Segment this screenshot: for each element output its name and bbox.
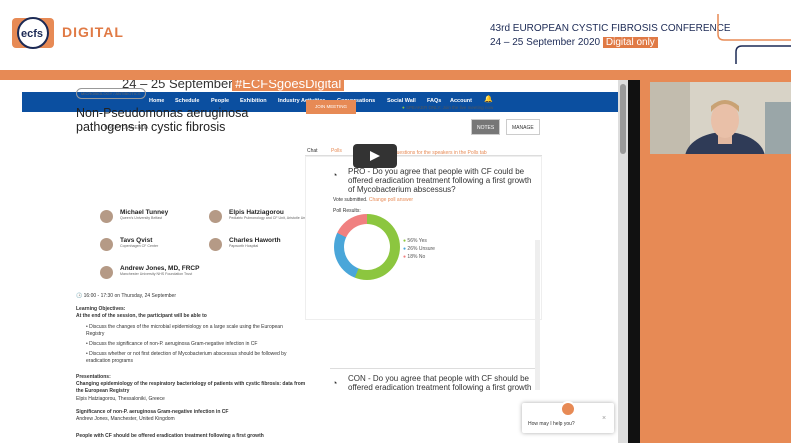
session-details: MICROBIOLOGY / ANTIBIOTICS Non-Pseudomon… <box>76 82 296 134</box>
speaker-1[interactable]: Michael Tunney Queen's University Belfast <box>120 209 168 220</box>
conference-dates: 24 – 25 September 2020 <box>490 37 601 48</box>
poll-results-label: Poll Results: <box>333 208 361 214</box>
presentations-title: Presentations: <box>76 374 111 380</box>
objectives-sub: At the end of the session, the participa… <box>76 313 207 319</box>
close-icon[interactable]: × <box>602 415 606 422</box>
vote-status: Vote submitted. Change poll answer <box>333 197 414 203</box>
conference-title: 43rd EUROPEAN CYSTIC FIBROSIS CONFERENCE <box>490 23 731 34</box>
chat-widget[interactable]: How may I help you? × <box>522 401 614 433</box>
change-answer-link[interactable]: Change poll answer <box>369 197 413 203</box>
presentation-2-by: Andrew Jones, Manchester, United Kingdom <box>76 416 175 422</box>
chat-text: How may I help you? <box>528 421 575 427</box>
logo-text: DIGITAL <box>62 24 124 40</box>
tab-chat[interactable]: Chat <box>307 148 318 154</box>
speaker-5[interactable]: Andrew Jones, MD, FRCP Manchester Univers… <box>120 265 199 276</box>
speaker-4[interactable]: Charles Haworth Papworth Hospital <box>229 237 281 248</box>
presentation-2: Significance of non-P. aeruginosa Gram-n… <box>76 409 229 415</box>
presentation-1: Changing epidemiology of the respiratory… <box>76 381 306 394</box>
session-time: 🕓 16:00 - 17:30 on Thursday, 24 Septembe… <box>76 293 177 299</box>
avatar <box>100 238 113 251</box>
play-icon[interactable] <box>353 144 397 168</box>
avatar <box>209 238 222 251</box>
poll-icon: ◔ <box>332 170 338 180</box>
speaker-3[interactable]: Tavs Qvist Copenhagen CF Center <box>120 237 158 248</box>
ecfs-logo: ecfs <box>12 17 54 49</box>
speaker-only-text: ● SPEAKER ONLY: Join the live meeting no… <box>402 105 494 110</box>
legend-no: ● 18% No <box>403 254 426 260</box>
poll-question-con: CON - Do you agree that people with CF s… <box>348 374 532 392</box>
avatar <box>100 210 113 223</box>
meeting-panel: Please enter your questions for the spea… <box>305 72 535 156</box>
legend-yes: ● 56% Yes <box>403 238 427 244</box>
session-title: Non-Pseudomonas aeruginosa pathogens in … <box>76 106 249 134</box>
poll-scrollbar[interactable] <box>535 240 540 390</box>
objective-2: • Discuss the significance of non-P. aer… <box>86 341 258 347</box>
digital-badge: Digital only <box>602 37 658 48</box>
legend-unsure: ● 26% Unsure <box>403 246 435 252</box>
chat-poll-tabs: Chat Polls <box>305 146 542 156</box>
presentation-1-by: Elpis Hatziagorou, Thessaloniki, Greece <box>76 396 165 402</box>
speaker-video <box>650 82 791 154</box>
decorative-lines-icon <box>717 14 791 64</box>
tab-polls[interactable]: Polls <box>331 148 342 154</box>
objective-1: • Discuss the changes of the microbial e… <box>86 324 283 337</box>
topic-tag[interactable]: MICROBIOLOGY / ANTIBIOTICS <box>76 88 146 99</box>
join-meeting-button[interactable]: JOIN MEETING <box>306 100 356 114</box>
objectives-title: Learning Objectives: <box>76 306 126 312</box>
objective-3: • Discuss whether or not first detection… <box>86 351 287 364</box>
conference-info: 43rd EUROPEAN CYSTIC FIBROSIS CONFERENCE… <box>490 22 731 50</box>
chat-avatar-icon <box>560 401 576 417</box>
person-video-icon <box>650 82 791 154</box>
presentation-3: People with CF should be offered eradica… <box>76 433 264 439</box>
avatar <box>209 210 222 223</box>
poll-question-pro: PRO - Do you agree that people with CF c… <box>348 167 532 194</box>
svg-text:ecfs: ecfs <box>21 28 43 40</box>
poll-donut-chart <box>334 214 400 280</box>
scrollbar-thumb[interactable] <box>620 84 626 154</box>
top-banner: ecfs DIGITAL 43rd EUROPEAN CYSTIC FIBROS… <box>0 0 791 70</box>
poll-icon: ◔ <box>332 378 338 388</box>
avatar <box>100 266 113 279</box>
black-divider <box>628 80 640 443</box>
